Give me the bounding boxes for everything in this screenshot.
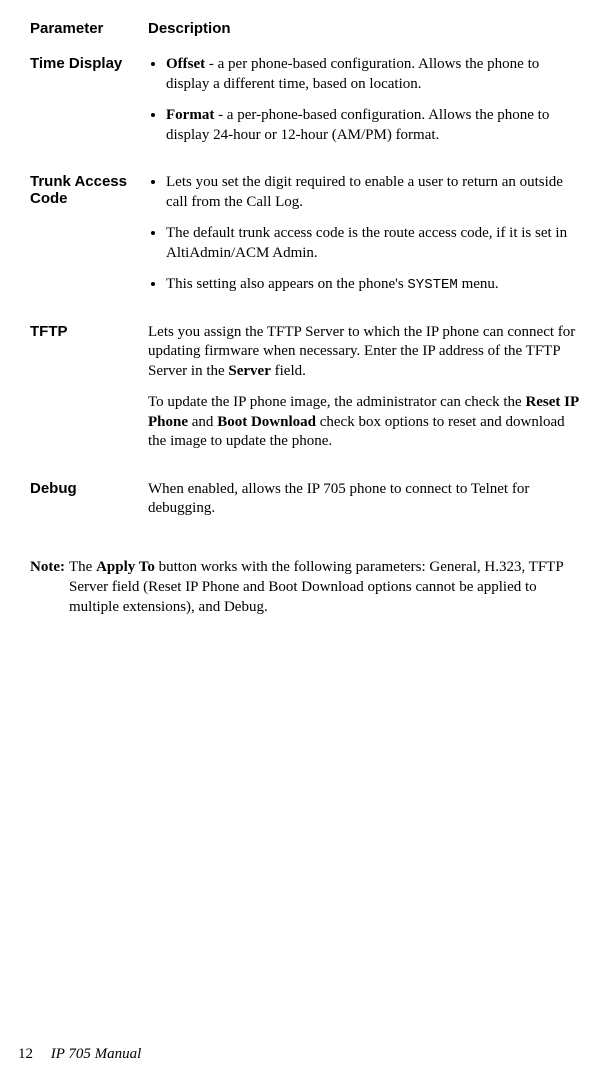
header-parameter: Parameter xyxy=(30,20,148,51)
text-post: menu. xyxy=(458,276,499,292)
text: To update the IP phone image, the admini… xyxy=(148,394,525,410)
list-item: Offset - a per phone-based configuration… xyxy=(166,55,581,94)
desc-trunk-access-code: Lets you set the digit required to enabl… xyxy=(148,169,581,319)
paragraph: To update the IP phone image, the admini… xyxy=(148,393,581,452)
bold-boot-download: Boot Download xyxy=(217,414,316,430)
bold-apply-to: Apply To xyxy=(96,559,155,575)
param-time-display: Time Display xyxy=(30,51,148,169)
table-header-row: Parameter Description xyxy=(30,20,581,51)
bullet-list: Offset - a per phone-based configuration… xyxy=(148,55,581,145)
table-row: Trunk Access Code Lets you set the digit… xyxy=(30,169,581,319)
table-row: TFTP Lets you assign the TFTP Server to … xyxy=(30,319,581,476)
page-footer: 12 IP 705 Manual xyxy=(18,1046,141,1063)
bold-offset: Offset xyxy=(166,56,205,72)
bold-format: Format xyxy=(166,107,214,123)
param-trunk-access-code: Trunk Access Code xyxy=(30,169,148,319)
mono-system: SYSTEM xyxy=(407,277,457,293)
bold-server: Server xyxy=(228,363,270,379)
paragraph: When enabled, allows the IP 705 phone to… xyxy=(148,480,581,519)
text: The xyxy=(69,559,96,575)
page-number: 12 xyxy=(18,1046,33,1062)
bullet-list: Lets you set the digit required to enabl… xyxy=(148,173,581,295)
table-row: Debug When enabled, allows the IP 705 ph… xyxy=(30,476,581,543)
list-item: The default trunk access code is the rou… xyxy=(166,224,581,263)
text-pre: This setting also appears on the phone's xyxy=(166,276,407,292)
note-block: Note: The Apply To button works with the… xyxy=(30,557,581,618)
text: field. xyxy=(271,363,306,379)
desc-debug: When enabled, allows the IP 705 phone to… xyxy=(148,476,581,543)
list-item: This setting also appears on the phone's… xyxy=(166,275,581,295)
paragraph: Lets you assign the TFTP Server to which… xyxy=(148,323,581,382)
text: The default trunk access code is the rou… xyxy=(166,225,567,261)
list-item: Lets you set the digit required to enabl… xyxy=(166,173,581,212)
parameters-table: Parameter Description Time Display Offse… xyxy=(30,20,581,543)
page-content: Parameter Description Time Display Offse… xyxy=(0,0,611,617)
text: and xyxy=(188,414,217,430)
manual-title: IP 705 Manual xyxy=(51,1046,142,1062)
list-item: Format - a per-phone-based configuration… xyxy=(166,106,581,145)
text-offset: - a per phone-based configuration. Allow… xyxy=(166,56,539,92)
text: When enabled, allows the IP 705 phone to… xyxy=(148,481,529,517)
note-body: The Apply To button works with the follo… xyxy=(69,557,581,618)
table-row: Time Display Offset - a per phone-based … xyxy=(30,51,581,169)
text: Lets you assign the TFTP Server to which… xyxy=(148,324,575,379)
text: Lets you set the digit required to enabl… xyxy=(166,174,563,210)
param-debug: Debug xyxy=(30,476,148,543)
header-description: Description xyxy=(148,20,581,51)
text-format: - a per-phone-based configuration. Allow… xyxy=(166,107,549,143)
note-label: Note: xyxy=(30,557,65,577)
desc-tftp: Lets you assign the TFTP Server to which… xyxy=(148,319,581,476)
desc-time-display: Offset - a per phone-based configuration… xyxy=(148,51,581,169)
param-tftp: TFTP xyxy=(30,319,148,476)
